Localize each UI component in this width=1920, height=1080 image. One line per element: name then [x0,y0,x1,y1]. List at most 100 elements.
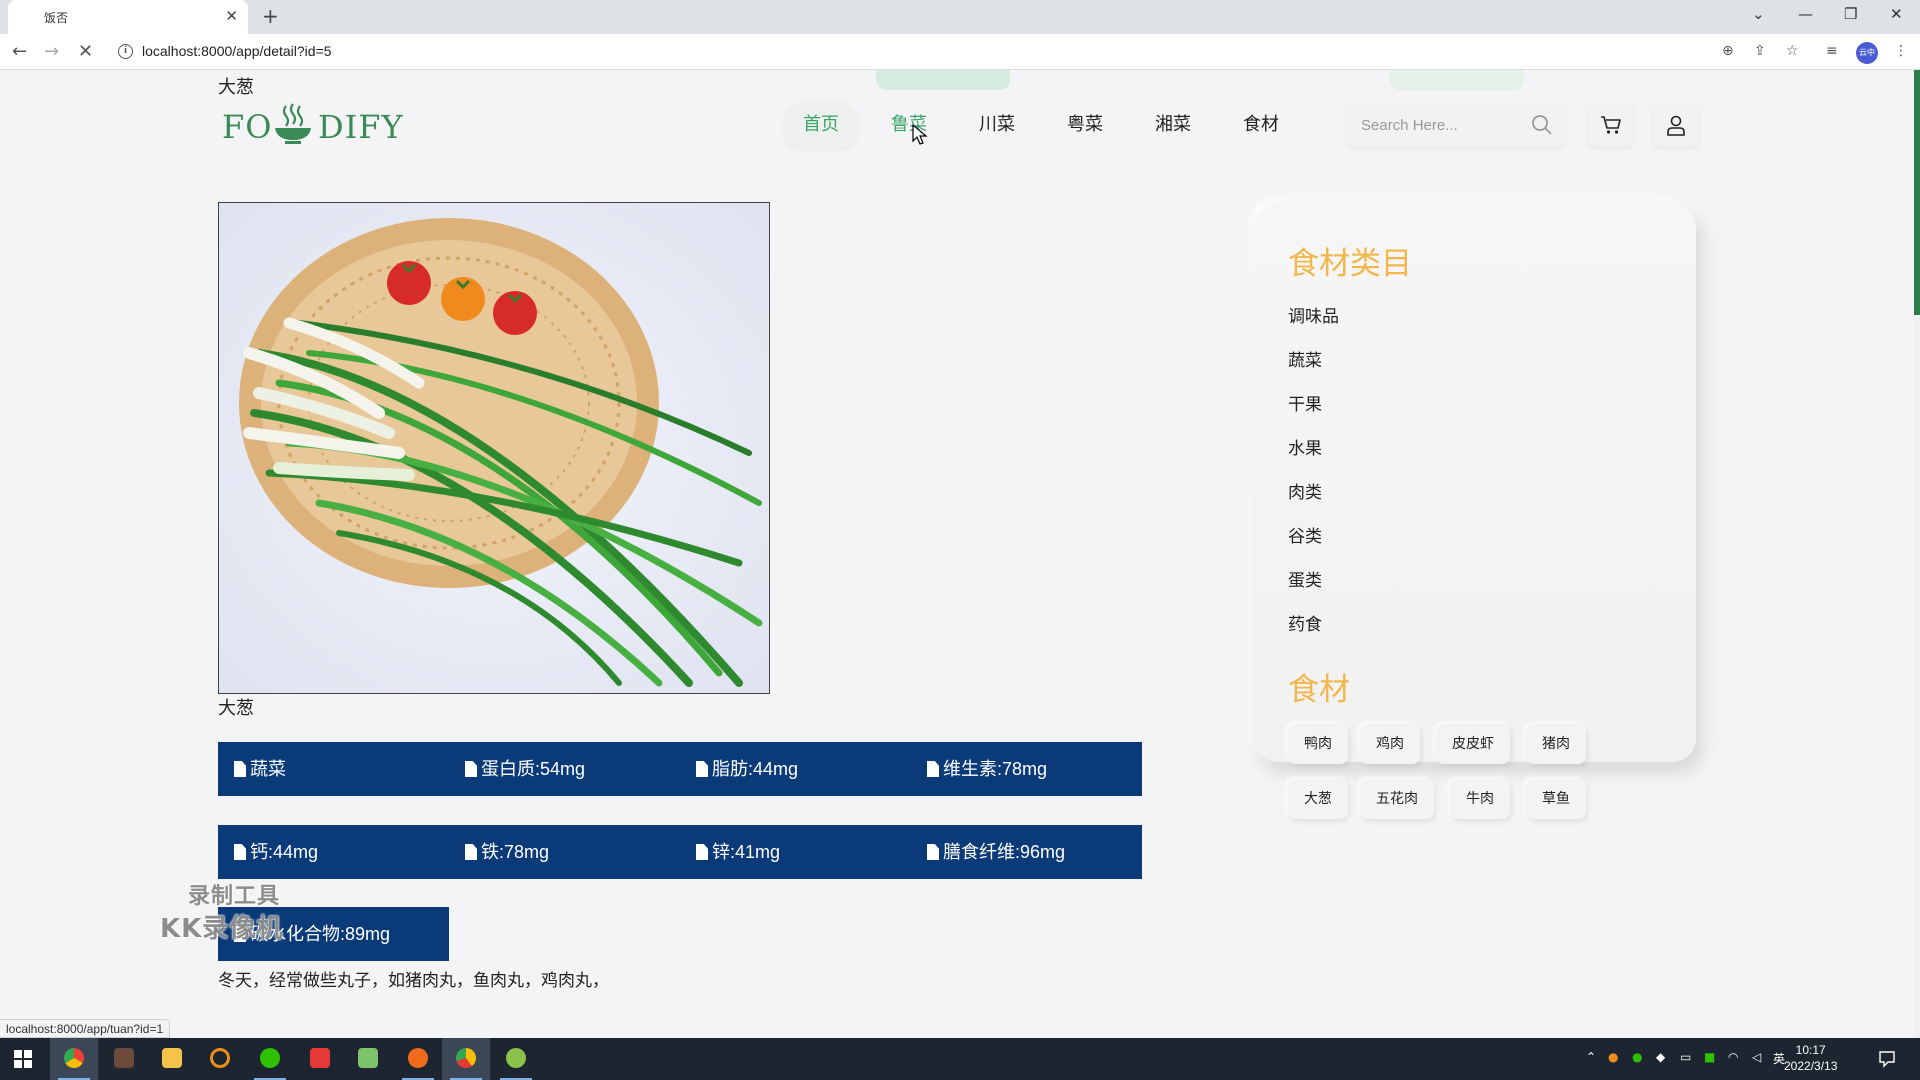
tray-overflow-icon[interactable]: ⌃ [1586,1050,1596,1064]
reading-list-icon[interactable]: ≡ [1826,43,1838,59]
minimize-button[interactable]: — [1798,5,1813,23]
wps-icon [310,1048,330,1068]
tab-list-icon[interactable]: ⌄ [1752,5,1765,23]
category-item[interactable]: 蔬菜 [1288,346,1322,371]
taskbar-capture-tool[interactable] [394,1038,442,1080]
zoom-icon[interactable]: ⊕ [1722,43,1734,59]
document-icon [234,761,246,777]
clock-date: 2022/3/13 [1784,1059,1838,1073]
category-item[interactable]: 谷类 [1288,522,1322,547]
category-title: 食材类目 [1288,246,1412,282]
document-icon [927,844,939,860]
taskbar-ide[interactable] [442,1038,490,1080]
ingredient-tag[interactable]: 猪肉 [1526,724,1586,764]
document-icon [465,761,477,777]
close-window-button[interactable]: ✕ [1890,5,1903,23]
tray-battery-icon[interactable]: ▭ [1680,1050,1691,1064]
profile-avatar[interactable]: 云中 [1856,42,1878,64]
tray-qq-icon[interactable]: ◆ [1656,1050,1665,1064]
search-tool-icon [210,1048,230,1068]
tray-volume-icon[interactable]: ◁ [1752,1050,1761,1064]
category-item[interactable]: 蛋类 [1288,566,1322,591]
nav-item-chuan-cuisine[interactable]: 川菜 [961,102,1033,148]
tray-network-icon[interactable]: ◠ [1728,1050,1738,1064]
taskbar-file-explorer[interactable] [148,1038,196,1080]
page-scrollbar[interactable] [1914,70,1920,1038]
nav-item-yue-cuisine[interactable]: 粤菜 [1049,102,1121,148]
search-input[interactable] [1361,104,1526,146]
taskbar-wechat[interactable] [246,1038,294,1080]
cart-icon [1601,116,1621,134]
search-box [1347,104,1565,146]
tray-wechat-icon[interactable]: ● [1632,1050,1642,1064]
mouse-cursor-icon [912,124,928,145]
document-icon [696,761,708,777]
nutrition-cell: 维生素:78mg [927,742,1047,796]
nav-item-home[interactable]: 首页 [785,102,857,148]
nav-item-lu-cuisine[interactable]: 鲁菜 [873,102,945,148]
document-icon [696,844,708,860]
ingredient-tag[interactable]: 牛肉 [1450,779,1510,819]
user-button[interactable] [1654,104,1698,146]
ingredient-tag[interactable]: 草鱼 [1526,779,1586,819]
chrome-icon [64,1048,84,1068]
app-icon [114,1048,134,1068]
logo-text-right: DIFY [318,108,404,146]
decorative-shape [1390,70,1524,90]
browser-menu-icon[interactable]: ⋮ [1894,43,1908,59]
restore-button[interactable]: ❐ [1844,5,1857,23]
ingredient-title: 食材 [1288,672,1350,708]
site-info-icon[interactable]: i [118,44,133,59]
taskbar-pycharm[interactable] [492,1038,540,1080]
bowl-icon [275,103,311,144]
taskbar-recorder-app[interactable] [100,1038,148,1080]
document-icon [927,761,939,777]
taskbar-notepad[interactable] [344,1038,392,1080]
browser-tab[interactable]: 饭否 ✕ [8,0,248,34]
user-icon [1667,115,1685,136]
share-icon[interactable]: ⇪ [1754,43,1766,59]
nutrition-row: 蔬菜 蛋白质:54mg 脂肪:44mg 维生素:78mg [218,742,1142,796]
ingredient-tag[interactable]: 鸡肉 [1360,724,1420,764]
tab-close-icon[interactable]: ✕ [225,7,238,25]
category-item[interactable]: 肉类 [1288,478,1322,503]
back-button[interactable]: ← [12,41,27,62]
clock-time: 10:17 [1795,1043,1826,1057]
system-clock[interactable]: 10:17 2022/3/13 [1784,1042,1837,1074]
category-item[interactable]: 干果 [1288,390,1322,415]
tray-search-icon[interactable]: ● [1608,1050,1618,1064]
category-item[interactable]: 水果 [1288,434,1322,459]
nutrition-row: 碳水化合物:89mg [218,907,449,961]
nav-item-ingredients[interactable]: 食材 [1225,102,1297,148]
nutrition-cell: 膳食纤维:96mg [927,825,1065,879]
bookmark-star-icon[interactable]: ☆ [1786,43,1799,59]
taskbar-wps[interactable] [296,1038,344,1080]
windows-start-button[interactable] [0,1038,48,1080]
browser-toolbar: ← → ✕ i localhost:8000/app/detail?id=5 ⊕… [0,34,1920,70]
category-item[interactable]: 调味品 [1288,302,1339,327]
sidebar-card: 食材类目 调味品 蔬菜 干果 水果 肉类 谷类 蛋类 药食 食材 鸭肉 鸡肉 皮… [1254,204,1696,819]
nutrition-cell: 铁:78mg [465,825,549,879]
wechat-icon [260,1048,280,1068]
forward-button[interactable]: → [44,41,59,62]
ingredient-tag[interactable]: 五花肉 [1360,779,1434,819]
taskbar-chrome[interactable] [50,1038,98,1080]
url-text[interactable]: localhost:8000/app/detail?id=5 [142,43,332,59]
ingredient-tag[interactable]: 大葱 [1288,779,1348,819]
ingredient-tag[interactable]: 鸭肉 [1288,724,1348,764]
cart-button[interactable] [1589,104,1633,146]
address-bar[interactable]: i localhost:8000/app/detail?id=5 [110,38,1790,66]
notification-icon[interactable] [1878,1050,1896,1068]
category-item[interactable]: 药食 [1288,610,1322,635]
ingredient-tag[interactable]: 皮皮虾 [1436,724,1510,764]
stop-loading-button[interactable]: ✕ [78,41,93,62]
nav-item-xiang-cuisine[interactable]: 湘菜 [1137,102,1209,148]
breadcrumb: 大葱 [218,77,254,98]
notepad-icon [358,1048,378,1068]
taskbar-search-tool[interactable] [196,1038,244,1080]
scrollbar-thumb[interactable] [1914,70,1920,315]
search-icon[interactable] [1531,114,1553,136]
new-tab-button[interactable]: + [262,4,279,28]
tray-app-icon[interactable]: ■ [1704,1050,1715,1064]
nutrition-cell: 蛋白质:54mg [465,742,585,796]
